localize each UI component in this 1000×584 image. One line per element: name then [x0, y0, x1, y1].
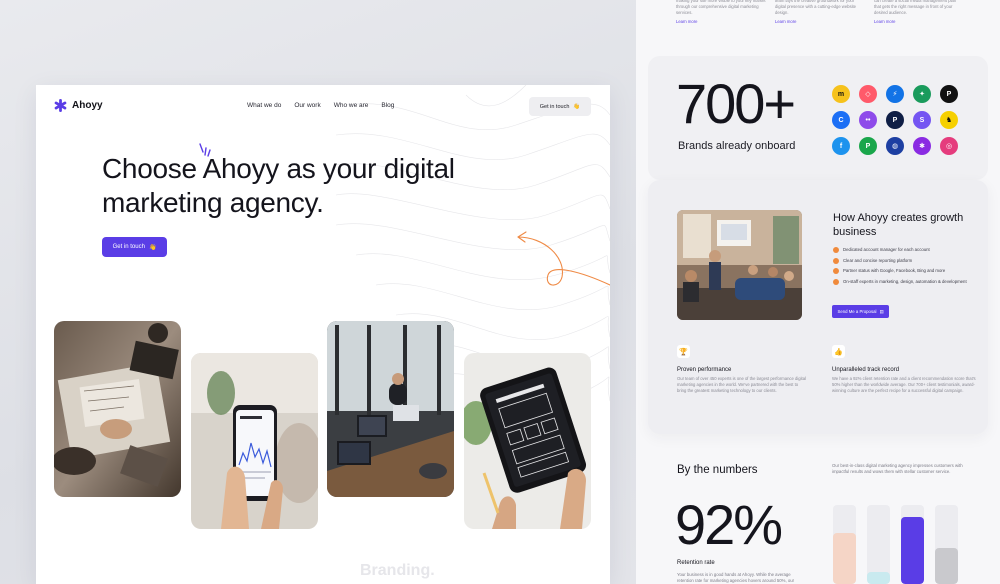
learn-more-link-2[interactable]: Learn more — [775, 19, 865, 24]
feature-text: Our team of over 450 experts is one of t… — [677, 376, 806, 393]
wave-hand-icon: 👋 — [573, 103, 581, 110]
check-icon — [833, 247, 839, 253]
nav-cta-label: Get in touch — [539, 103, 570, 110]
logo-text: Ahoyy — [72, 100, 103, 111]
check-icon — [833, 257, 839, 264]
bird-logo: ♞ — [940, 111, 958, 129]
photo-tablet-wireframe — [464, 353, 591, 529]
retention-percentage: 92% — [675, 493, 783, 556]
brand-count: 700+ — [676, 72, 796, 135]
photo-office-laptop — [327, 321, 454, 497]
list-item-text: Clear and concise reporting platform — [843, 257, 913, 263]
brands-section: 700+ Brands already onboard m ◇ ⚡ ✦ P C •• P S ♞ f… — [648, 56, 988, 180]
list-item-text: On-staff experts in marketing, design, a… — [843, 278, 967, 284]
proposal-button-label: Send Me a Proposal — [837, 309, 877, 314]
leaf-logo: ✦ — [913, 85, 931, 103]
wave-hand-icon: 👋 — [148, 244, 157, 251]
service-text-2: team lays the creative groundwork for yo… — [775, 0, 857, 15]
brand-logo-grid: m ◇ ⚡ ✦ P C •• P S ♞ f P ◍ ✱ ◎ — [832, 85, 962, 155]
service-column-1: making your site more visible to your ke… — [676, 0, 766, 24]
feature-title: Proven performance — [677, 367, 732, 373]
numbers-description: Our best-in-class digital marketing agen… — [832, 463, 963, 474]
check-icon — [833, 278, 839, 285]
hero-cta-label: Get in touch — [112, 244, 145, 250]
photo-team-sketching — [54, 321, 181, 497]
service-column-3: can create a social media management pla… — [874, 0, 964, 24]
hero-title: Choose Ahoyy as your digital marketing a… — [102, 153, 455, 218]
growth-title: How Ahoyy creates growth business — [833, 212, 964, 238]
feature-text: We have a 92% client retention rate and … — [832, 376, 976, 393]
hub-logo: ✱ — [913, 137, 931, 155]
s-logo: S — [913, 111, 931, 129]
nav-get-in-touch-button[interactable]: Get in touch 👋 — [529, 97, 591, 116]
nav-link-what-we-do[interactable]: What we do — [247, 102, 281, 109]
curved-arrow-icon — [517, 231, 610, 286]
top-nav: Ahoyy What we do Our work Who we are Blo… — [54, 97, 592, 119]
flickr-logo: •• — [859, 111, 877, 129]
bar-track — [867, 505, 890, 584]
list-item: Clear and concise reporting platform — [833, 257, 983, 264]
numbers-title: By the numbers — [677, 464, 758, 476]
airbnb-logo: ◇ — [859, 85, 877, 103]
nav-links: What we do Our work Who we are Blog — [247, 102, 394, 109]
c-logo: C — [832, 111, 850, 129]
hero-page-preview: Ahoyy What we do Our work Who we are Blo… — [36, 85, 610, 584]
nav-link-blog[interactable]: Blog — [381, 102, 394, 109]
dribbble-logo: ◎ — [940, 137, 958, 155]
learn-more-link-1[interactable]: Learn more — [676, 19, 766, 24]
gitlab-logo: ⚡ — [886, 85, 904, 103]
send-proposal-button[interactable]: Send Me a Proposal ▤ — [832, 305, 889, 318]
p-green-logo: P — [859, 137, 877, 155]
learn-more-link-3[interactable]: Learn more — [874, 19, 964, 24]
service-text-3: can create a social media management pla… — [874, 0, 957, 15]
logo[interactable]: Ahoyy — [54, 99, 103, 112]
services-strip: making your site more visible to your ke… — [676, 0, 988, 32]
globe-logo: ◍ — [886, 137, 904, 155]
photo-team-meeting — [677, 210, 802, 320]
check-icon — [833, 268, 839, 274]
nav-link-our-work[interactable]: Our work — [294, 102, 320, 109]
numbers-bar-graphic — [833, 505, 958, 584]
feature-proven-performance: 🏆 Proven performance Our team of over 45… — [677, 345, 807, 394]
passport-logo: P — [940, 85, 958, 103]
bar-fill — [935, 548, 958, 584]
growth-section: How Ahoyy creates growth business Dedica… — [648, 180, 988, 434]
mailchimp-logo: m — [832, 85, 850, 103]
growth-list: Dedicated account manager for each accou… — [833, 247, 983, 289]
service-column-2: team lays the creative groundwork for yo… — [775, 0, 865, 24]
branding-section-heading: Branding. — [360, 562, 435, 579]
document-icon: ▤ — [879, 308, 884, 314]
hero-get-in-touch-button[interactable]: Get in touch 👋 — [102, 237, 167, 257]
pandora-logo: P — [886, 111, 904, 129]
asterisk-logo-icon — [54, 99, 67, 112]
ebay-logo: f — [832, 137, 850, 155]
trophy-icon: 🏆 — [677, 345, 690, 358]
bar-fill — [833, 533, 856, 584]
nav-link-who-we-are[interactable]: Who we are — [334, 102, 369, 109]
list-item: Partner status with Google, Facebook, Bi… — [833, 268, 983, 274]
list-item: Dedicated account manager for each accou… — [833, 247, 983, 253]
list-item-text: Dedicated account manager for each accou… — [843, 247, 930, 252]
list-item-text: Partner status with Google, Facebook, Bi… — [843, 268, 946, 273]
bar-fill — [901, 517, 924, 584]
list-item: On-staff experts in marketing, design, a… — [833, 278, 983, 285]
bar-track — [935, 505, 958, 584]
thumbs-up-icon: 👍 — [832, 345, 845, 358]
photo-phone-analytics — [191, 353, 318, 529]
feature-title: Unparalleled track record — [832, 367, 900, 373]
bar-track — [901, 505, 924, 584]
feature-track-record: 👍 Unparalleled track record We have a 92… — [832, 345, 982, 394]
retention-text: Your business is in good hands at Ahoyy.… — [677, 572, 795, 583]
bar-track — [833, 505, 856, 584]
retention-label: Retention rate — [677, 560, 715, 566]
brands-caption: Brands already onboard — [678, 140, 796, 152]
service-text-1: making your site more visible to your ke… — [676, 0, 766, 15]
bar-fill — [867, 572, 890, 584]
